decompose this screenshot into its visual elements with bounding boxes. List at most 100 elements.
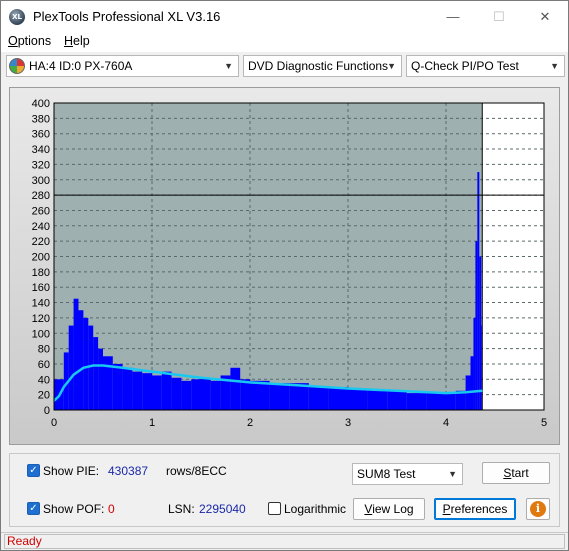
pi-bar (289, 383, 309, 410)
close-button[interactable]: ✕ (522, 1, 568, 32)
y-tick-label: 300 (32, 175, 50, 187)
menu-bar: Options Help (1, 32, 568, 52)
pof-value: 0 (108, 502, 115, 516)
pi-bar (98, 348, 103, 410)
y-tick-label: 340 (32, 144, 50, 156)
y-tick-label: 400 (32, 98, 50, 110)
sum8-test-select[interactable]: SUM8 Test ▼ (352, 463, 463, 485)
y-tick-label: 40 (38, 374, 50, 386)
y-tick-label: 380 (32, 113, 50, 125)
pie-value: 430387 (108, 464, 149, 478)
pi-bar (269, 383, 290, 410)
x-tick-label: 1 (149, 417, 155, 429)
pi-bar (78, 310, 84, 410)
pi-bar (473, 317, 476, 410)
chevron-down-icon: ▼ (224, 61, 233, 71)
y-tick-label: 160 (32, 282, 50, 294)
show-pof-label: Show POF: (43, 502, 105, 516)
y-tick-label: 140 (32, 298, 50, 310)
start-label: tart (511, 466, 529, 480)
x-tick-label: 5 (541, 417, 547, 429)
pi-bar (446, 393, 456, 410)
preferences-label: references (450, 502, 508, 516)
logarithmic-checkbox[interactable] (268, 502, 281, 515)
y-tick-label: 20 (38, 390, 50, 402)
pi-bar (83, 317, 89, 410)
pi-bar (387, 390, 407, 410)
y-tick-label: 100 (32, 328, 50, 340)
preferences-mnemonic: P (442, 502, 451, 516)
menu-options-label: ptions (17, 34, 52, 48)
disc-drive-icon (9, 58, 25, 74)
function-select-value: DVD Diagnostic Functions (248, 59, 389, 73)
pi-bar (122, 367, 133, 410)
pi-bar (470, 356, 474, 410)
x-tick-label: 0 (51, 417, 57, 429)
pi-bar (201, 377, 211, 410)
pi-bar (406, 393, 427, 410)
y-tick-label: 280 (32, 190, 50, 202)
y-tick-label: 180 (32, 267, 50, 279)
controls-panel: ✓ Show PIE: 430387 rows/8ECC ✓ Show POF:… (9, 453, 560, 527)
y-tick-label: 320 (32, 159, 50, 171)
pi-bar (88, 325, 94, 410)
drive-select-value: HA:4 ID:0 PX-760A (29, 59, 133, 73)
chart-panel: 0 20 40 60 80 100 120 140 160 180 200 220 240 260 280 3… (9, 87, 560, 445)
title-bar[interactable]: XL PlexTools Professional XL V3.16 — ☐ ✕ (1, 1, 568, 32)
pi-bar (93, 337, 99, 410)
pi-bar (132, 371, 143, 410)
pi-bar (328, 386, 348, 410)
menu-help-mnemonic: H (64, 34, 74, 48)
pi-bar (230, 367, 241, 410)
show-pof-checkbox[interactable]: ✓ (27, 502, 40, 515)
pi-bar (475, 241, 478, 410)
rows-label: rows/8ECC (166, 464, 227, 478)
test-select[interactable]: Q-Check PI/PO Test ▼ (406, 55, 565, 77)
pi-bar (367, 390, 388, 410)
function-select[interactable]: DVD Diagnostic Functions ▼ (243, 55, 402, 77)
status-bar: Ready (1, 532, 568, 550)
info-icon: i (530, 501, 546, 517)
window-title: PlexTools Professional XL V3.16 (33, 9, 221, 24)
pi-bar (68, 325, 74, 410)
y-tick-label: 60 (38, 359, 50, 371)
y-tick-label: 360 (32, 129, 50, 141)
pi-bar (152, 375, 162, 410)
menu-help[interactable]: Help (64, 34, 90, 48)
pi-bar (477, 172, 480, 410)
maximize-button[interactable]: ☐ (476, 1, 522, 32)
chevron-down-icon: ▼ (550, 61, 559, 71)
show-pie-label: Show PIE: (43, 464, 100, 478)
pi-bar (142, 373, 152, 410)
y-tick-label: 260 (32, 205, 50, 217)
app-logo-icon: XL (9, 9, 25, 25)
menu-help-label: elp (73, 34, 90, 48)
x-tick-label: 3 (345, 417, 351, 429)
menu-options[interactable]: Options (8, 34, 51, 48)
pi-bar (348, 388, 368, 410)
view-log-button[interactable]: View Log (353, 498, 425, 520)
pi-bar (479, 256, 482, 410)
drive-select[interactable]: HA:4 ID:0 PX-760A ▼ (6, 55, 239, 77)
y-tick-label: 80 (38, 344, 50, 356)
menu-options-mnemonic: O (8, 34, 18, 48)
view-log-label: iew Log (372, 502, 414, 516)
preferences-button[interactable]: Preferences (434, 498, 516, 520)
pi-bar (103, 356, 113, 410)
pi-bar (73, 298, 79, 410)
show-pie-checkbox[interactable]: ✓ (27, 464, 40, 477)
lsn-value: 2295040 (199, 502, 246, 516)
pi-bar (161, 371, 172, 410)
start-button[interactable]: Start (482, 462, 550, 484)
pi-bar (210, 380, 221, 410)
status-text: Ready (7, 534, 42, 548)
minimize-button[interactable]: — (430, 1, 476, 32)
pi-bar (250, 380, 270, 410)
y-tick-label: 220 (32, 236, 50, 248)
x-tick-label: 4 (443, 417, 449, 429)
pi-bar (240, 379, 250, 410)
y-tick-label: 120 (32, 313, 50, 325)
pi-bar (308, 386, 329, 410)
pi-po-chart: 0204060801001201401601802002202402602803… (32, 98, 547, 429)
info-button[interactable]: i (526, 498, 550, 520)
